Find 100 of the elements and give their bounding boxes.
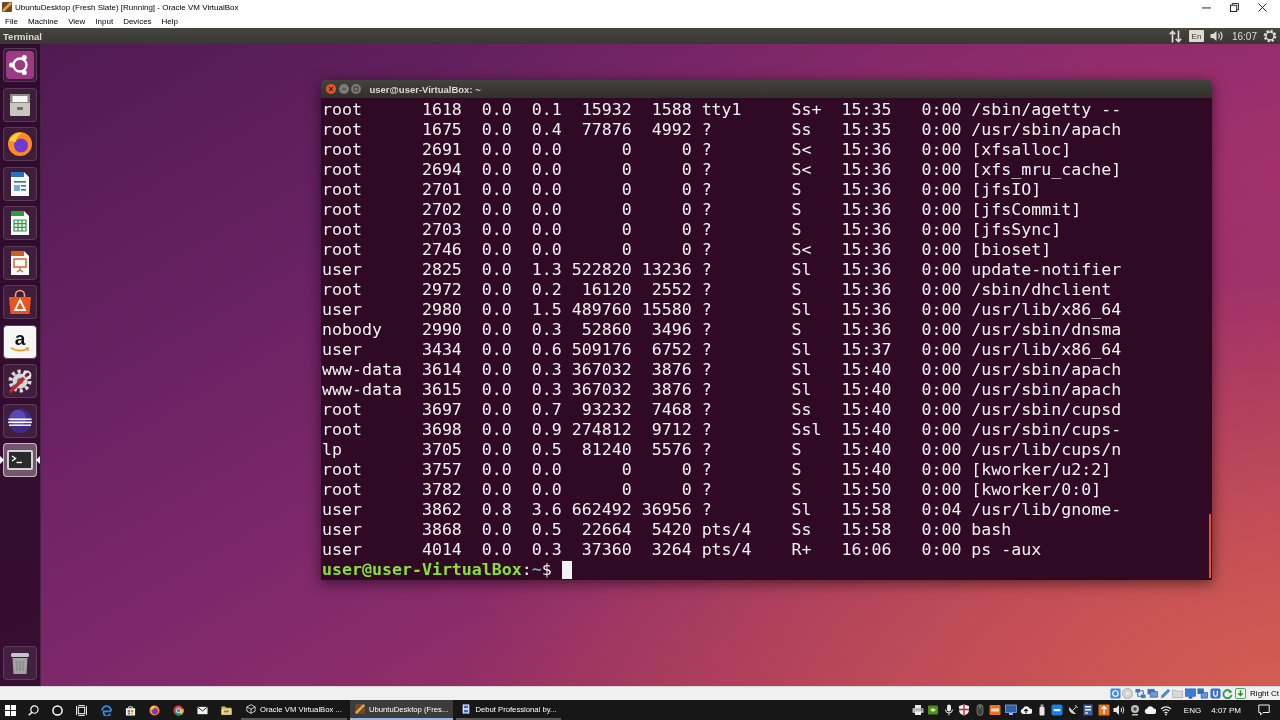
app-tile-icon[interactable] [1097, 704, 1110, 716]
microphone-icon[interactable] [942, 704, 955, 716]
chip-icon[interactable] [927, 704, 940, 716]
speaker-icon[interactable] [1113, 704, 1126, 716]
monitor-icon[interactable] [1184, 688, 1196, 699]
menu-item[interactable]: Input [90, 16, 119, 26]
minimize-icon [338, 84, 349, 94]
launcher-button[interactable] [3, 245, 37, 280]
scrollbar-thumb[interactable] [1209, 514, 1211, 578]
mouse-icon[interactable] [973, 704, 986, 716]
transfer-arrows-icon[interactable] [1168, 29, 1182, 43]
film-strip-icon [461, 704, 472, 714]
restore-icon [1229, 2, 1239, 12]
swirl-icon [100, 704, 112, 716]
maximize-icon [351, 84, 361, 94]
shell-prompt: user@user-VirtualBox:~$ [322, 560, 552, 580]
terminal-line: root 2702 0.0 0.0 0 0 ? S 15:36 0:00 [jfsCommit] [322, 200, 1082, 220]
terminal-line: user 2980 0.0 1.5 489760 15580 ? Sl 15:36 0:00 /usr/lib/x86_64 [322, 300, 1122, 320]
terminal-line: root 2972 0.0 0.2 16120 2552 ? S 15:36 0:00 /sbin/dhclient [322, 280, 1112, 300]
smile-arrow-icon [10, 347, 30, 353]
minimize-button[interactable] [338, 84, 349, 94]
launcher-button[interactable] [3, 646, 37, 680]
menu-item[interactable]: Devices [118, 16, 157, 26]
satellite-dish-icon[interactable] [1066, 704, 1079, 716]
app-name: Terminal [3, 30, 42, 42]
segmented-circle-icon [172, 704, 184, 716]
menu-item[interactable]: File [0, 16, 23, 26]
launcher-button[interactable] [3, 127, 37, 161]
cloud-upload-icon[interactable] [1020, 704, 1033, 716]
terminal-line: root 2694 0.0 0.0 0 0 ? S< 15:36 0:00 [xfs_mru_cache] [322, 160, 1122, 180]
monitor-icon[interactable] [1004, 704, 1017, 716]
menu-item[interactable]: Machine [22, 16, 64, 26]
host-key-label: Right Ct [1250, 689, 1279, 698]
four-panes-icon [5, 704, 16, 716]
download-icon[interactable] [1234, 688, 1246, 699]
clock[interactable]: 4:07 PM [1211, 705, 1241, 715]
maximize-button[interactable] [351, 84, 361, 94]
ubuntu-logo-icon [6, 51, 34, 79]
terminal-line: root 1675 0.0 0.4 77876 4992 ? Ss 15:35 0:00 /usr/sbin/apach [322, 120, 1122, 140]
launcher-button[interactable] [3, 87, 37, 122]
close-icon [326, 84, 336, 94]
webcam-icon[interactable] [1128, 704, 1141, 716]
browser-icon [148, 704, 160, 716]
launcher-button[interactable] [3, 166, 37, 201]
ring-icon [51, 704, 63, 716]
launcher-button[interactable]: a [3, 324, 37, 359]
terminal-line: root 3697 0.0 0.7 93232 7468 ? Ss 15:40 0:00 /usr/sbin/cupsd [322, 400, 1122, 420]
hard-disk-icon[interactable] [1109, 688, 1121, 699]
terminal-line: www-data 3615 0.0 0.3 367032 3876 ? Sl 15:40 0:00 /usr/sbin/apach [322, 380, 1122, 400]
shopping-bag-icon [124, 704, 136, 716]
app-icon [2, 2, 12, 12]
launcher-button[interactable] [3, 403, 37, 438]
gear-wrench-icon [6, 367, 34, 395]
cloud-icon[interactable] [1144, 704, 1157, 716]
language-indicator[interactable]: ENG [1183, 705, 1202, 715]
notification-icon[interactable] [1258, 704, 1270, 716]
terminal-line: lp 3705 0.0 0.5 81240 5576 ? S 15:40 0:00 /usr/lib/cups/n [322, 440, 1122, 460]
window-title: UbuntuDesktop (Fresh Slate) [Running] - Oracle VM VirtualBox [15, 2, 239, 12]
terminal-line: nobody 2990 0.0 0.3 52860 3496 ? S 15:36 0:00 /usr/sbin/dnsma [322, 320, 1122, 340]
striped-sphere-icon [6, 406, 34, 435]
terminal-line: user 2825 0.0 1.3 522820 13236 ? Sl 15:36 0:00 update-notifier [322, 260, 1122, 280]
terminal-line: root 3698 0.0 0.9 274812 9712 ? Ssl 15:40 0:00 /usr/sbin/cups- [322, 420, 1122, 440]
cube-icon [246, 704, 256, 714]
shield-icon[interactable] [958, 704, 971, 716]
network-icon[interactable] [1134, 688, 1146, 699]
stacked-windows-icon [75, 704, 87, 716]
menu-item[interactable]: Help [156, 16, 184, 26]
launcher-button[interactable] [3, 206, 37, 240]
terminal-line: root 1618 0.0 0.1 15932 1588 tty1 Ss+ 15:35 0:00 /sbin/agetty -- [322, 100, 1122, 120]
clock[interactable]: 16:07 [1231, 30, 1257, 42]
settings-icon[interactable] [1263, 29, 1277, 43]
refresh-icon[interactable] [1222, 688, 1234, 699]
printer-icon[interactable] [911, 704, 924, 716]
storage-icon[interactable] [1082, 704, 1095, 716]
terminal-line: root 3782 0.0 0.0 0 0 ? S 15:50 0:00 [kworker/0:0] [322, 480, 1102, 500]
usb-icon[interactable] [1209, 688, 1221, 699]
launcher-button[interactable] [3, 285, 37, 319]
terminal-line: root 2746 0.0 0.0 0 0 ? S< 15:36 0:00 [bioset] [322, 240, 1052, 260]
shopping-bag-icon [6, 288, 34, 316]
launcher-button[interactable] [3, 443, 37, 477]
app-tile-icon[interactable] [1051, 704, 1064, 716]
wifi-icon[interactable] [1159, 704, 1172, 716]
menu-item[interactable]: View [63, 16, 91, 26]
terminal-line: root 2691 0.0 0.0 0 0 ? S< 15:36 0:00 [xfsalloc] [322, 140, 1072, 160]
folder-icon [220, 704, 232, 716]
window-title: user@user-VirtualBox: ~ [369, 83, 481, 95]
envelope-icon [196, 704, 208, 716]
terminal-line: user 4014 0.0 0.3 37360 3264 pts/4 R+ 16:06 0:00 ps -aux [322, 540, 1042, 560]
terminal-line: root 2703 0.0 0.0 0 0 ? S 15:36 0:00 [jfsSync] [322, 220, 1062, 240]
terminal-line: root 3757 0.0 0.0 0 0 ? S 15:40 0:00 [kworker/u2:2] [322, 460, 1112, 480]
app-tile-icon[interactable] [989, 704, 1002, 716]
display-icon[interactable] [1147, 688, 1159, 699]
terminal-line: user 3862 0.8 3.6 662492 36956 ? Sl 15:58 0:04 /usr/lib/gnome- [322, 500, 1122, 520]
launcher-button[interactable] [3, 364, 37, 398]
launcher-button[interactable] [3, 48, 37, 82]
screens-icon[interactable] [1197, 688, 1209, 699]
speaker-icon[interactable] [1209, 30, 1224, 42]
terminal-line: www-data 3614 0.0 0.3 367032 3876 ? Sl 15:40 0:00 /usr/sbin/apach [322, 360, 1122, 380]
terminal-line: user 3434 0.0 0.6 509176 6752 ? Sl 15:37 0:00 /usr/lib/x86_64 [322, 340, 1122, 360]
keyboard-layout-button[interactable]: En [1188, 30, 1204, 42]
